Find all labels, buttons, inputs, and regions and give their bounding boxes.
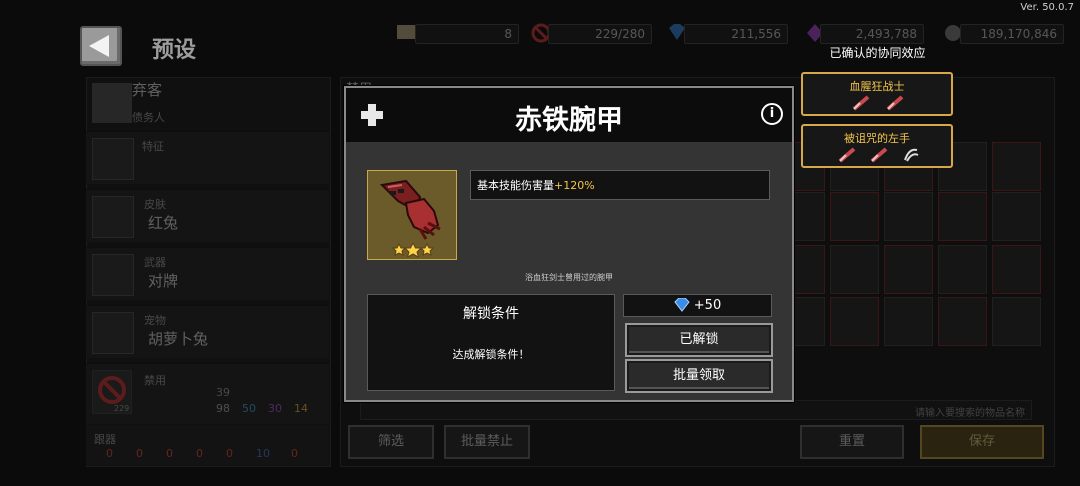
- back-button[interactable]: [80, 26, 122, 66]
- unlock-title: 解锁条件: [463, 306, 519, 322]
- back-arrow-icon: [89, 35, 109, 57]
- reset-button[interactable]: 重置: [800, 425, 904, 459]
- stat-value: +120%: [554, 179, 595, 192]
- equipment-value-6: 0: [291, 447, 298, 460]
- weapon-value: 对牌: [148, 272, 179, 290]
- sword-icon: [838, 147, 856, 163]
- ban-count: 229/280: [548, 24, 652, 44]
- equipment-row: 跟器 0 0 0 0 0 10 0: [86, 425, 329, 465]
- purple-gem-count: 2,493,788: [820, 24, 924, 44]
- equipment-value-0: 0: [106, 447, 113, 460]
- stat-line: 基本技能伤害量+120%: [470, 170, 770, 200]
- synergy-name: 血腥狂战士: [849, 80, 905, 93]
- ban-breakdown-1: 50: [242, 402, 256, 415]
- item-description: 浴血狂剑士曾用过的腕甲: [525, 273, 613, 282]
- item-slot[interactable]: [884, 297, 933, 346]
- equipment-value-1: 0: [136, 447, 143, 460]
- skin-icon: [92, 196, 134, 238]
- stat-text: 基本技能伤害量: [477, 179, 554, 192]
- info-icon[interactable]: i: [761, 103, 783, 125]
- synergy-card-bloody-berserker[interactable]: 血腥狂战士: [801, 72, 953, 116]
- ban-total: 39: [216, 386, 230, 399]
- item-slot[interactable]: [830, 245, 879, 294]
- item-slot[interactable]: [884, 192, 933, 241]
- cost-value: +50: [693, 298, 722, 313]
- weapon-icon: [92, 254, 134, 296]
- pet-value: 胡萝卜兔: [148, 330, 209, 348]
- ban-row[interactable]: 禁用 229 39 98 50 30 14: [86, 363, 329, 424]
- sword-icon: [852, 95, 870, 111]
- batch-claim-button[interactable]: 批量领取: [625, 359, 773, 393]
- character-avatar: [92, 83, 132, 123]
- page-title: 预设: [152, 38, 197, 63]
- item-slot[interactable]: [938, 297, 987, 346]
- item-slot[interactable]: [938, 245, 987, 294]
- unlock-condition-box: 解锁条件 达成解锁条件！: [367, 294, 615, 391]
- item-slot[interactable]: [830, 297, 879, 346]
- diamond-icon: [674, 297, 690, 312]
- item-detail-modal: 赤铁腕甲 i 基本技能伤害量+120% 浴血狂剑士曾用过的腕甲 解锁条件 达成解…: [344, 86, 794, 402]
- character-sub: 债务人: [132, 111, 165, 124]
- search-bar[interactable]: 请输入要搜索的物品名称: [360, 400, 1032, 420]
- rarity-stars-icon: [392, 243, 434, 257]
- batch-ban-button[interactable]: 批量禁止: [444, 425, 530, 459]
- unlocked-button[interactable]: 已解锁: [625, 323, 773, 357]
- red-iron-gauntlet-icon: [379, 179, 441, 240]
- weapon-row[interactable]: 武器 对牌: [86, 247, 329, 300]
- scroll-icon: [397, 25, 415, 39]
- character-name: 弃客: [132, 81, 163, 99]
- item-slot[interactable]: [938, 192, 987, 241]
- skin-row[interactable]: 皮肤 红兔: [86, 189, 329, 242]
- unlock-cost: +50: [623, 294, 772, 317]
- character-header[interactable]: 弃客 债务人: [86, 77, 329, 129]
- skin-value: 红兔: [148, 214, 179, 232]
- claw-icon: [904, 148, 919, 162]
- scroll-count: 8: [415, 24, 519, 44]
- ban-breakdown-2: 30: [268, 402, 282, 415]
- synergy-name: 被诅咒的左手: [844, 132, 910, 145]
- save-button[interactable]: 保存: [920, 425, 1044, 459]
- trait-row[interactable]: 特征: [86, 131, 329, 184]
- ban-breakdown-3: 14: [294, 402, 308, 415]
- search-input[interactable]: 请输入要搜索的物品名称: [915, 404, 1025, 419]
- item-image-frame: [367, 170, 457, 260]
- diamond-count: 211,556: [684, 24, 788, 44]
- resource-bar: 8 229/280 211,556 2,493,788 189,170,846: [390, 0, 1080, 60]
- pet-label: 宠物: [144, 314, 166, 327]
- weapon-label: 武器: [144, 256, 166, 269]
- item-slot[interactable]: [992, 297, 1041, 346]
- item-slot[interactable]: [992, 192, 1041, 241]
- skin-label: 皮肤: [144, 198, 166, 211]
- coin-count: 189,170,846: [960, 24, 1064, 44]
- modal-title: 赤铁腕甲: [515, 105, 623, 136]
- filter-button[interactable]: 筛选: [348, 425, 434, 459]
- equipment-value-5: 10: [256, 447, 270, 460]
- ban-label: 禁用: [144, 374, 166, 387]
- ban-breakdown-0: 98: [216, 402, 230, 415]
- item-slot[interactable]: [830, 192, 879, 241]
- equipment-label: 跟器: [94, 433, 116, 446]
- item-slot[interactable]: [992, 245, 1041, 294]
- sword-icon: [870, 147, 888, 163]
- equipment-value-4: 0: [226, 447, 233, 460]
- version-label: Ver. 50.0.7: [1020, 2, 1074, 13]
- sword-icon: [886, 95, 904, 111]
- unlock-text: 达成解锁条件！: [452, 348, 530, 361]
- synergy-card-cursed-left-hand[interactable]: 被诅咒的左手: [801, 124, 953, 168]
- equipment-value-2: 0: [166, 447, 173, 460]
- ban-count: 229: [114, 404, 130, 413]
- item-slot[interactable]: [884, 245, 933, 294]
- equipment-value-3: 0: [196, 447, 203, 460]
- item-slot[interactable]: [992, 142, 1041, 191]
- pet-icon: [92, 312, 134, 354]
- pet-row[interactable]: 宠物 胡萝卜兔: [86, 305, 329, 358]
- trait-label: 特征: [142, 140, 164, 153]
- synergy-title: 已确认的协同效应: [829, 46, 926, 60]
- trait-icon: [92, 138, 134, 180]
